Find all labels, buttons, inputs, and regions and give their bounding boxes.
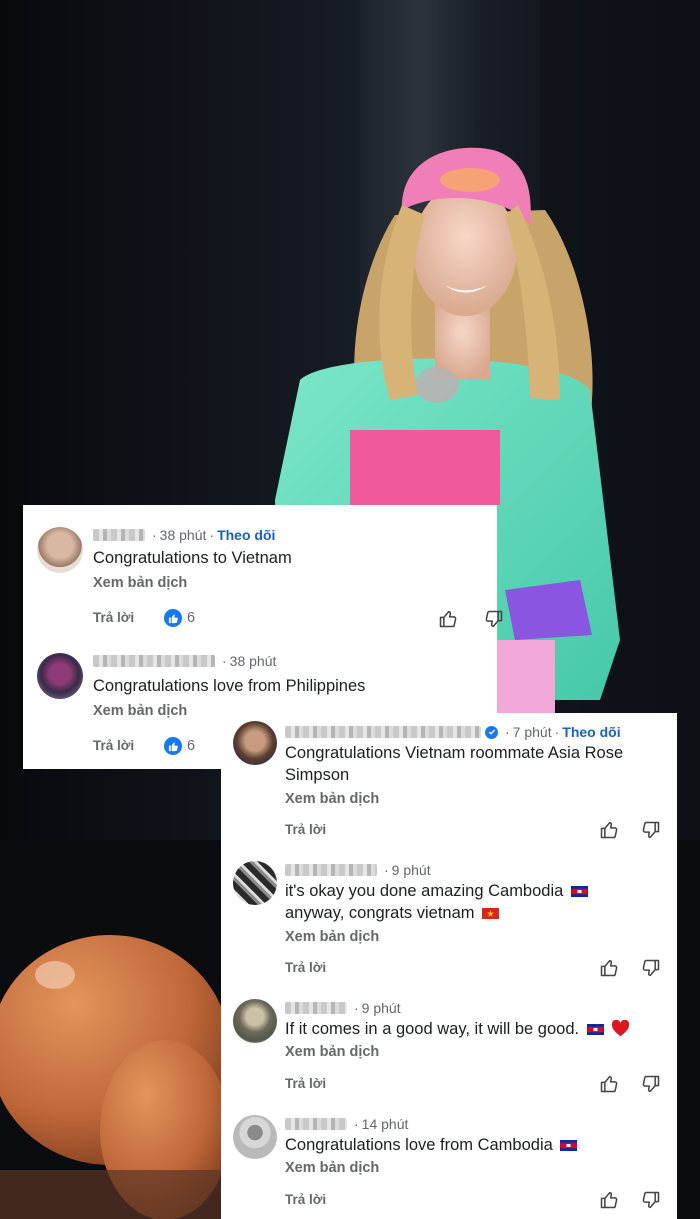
- comment-time: 9 phút: [361, 1000, 401, 1016]
- thumbs-down-icon[interactable]: [641, 958, 661, 978]
- see-translation-link[interactable]: Xem bản dịch: [285, 929, 379, 945]
- comment-meta: · 9 phút: [285, 862, 431, 878]
- avatar[interactable]: [233, 861, 277, 905]
- comment-meta: · 14 phút: [285, 1116, 408, 1132]
- comment-time: 38 phút: [229, 653, 277, 669]
- thumbs-up-icon: [164, 609, 182, 627]
- reply-button[interactable]: Trả lời: [285, 1192, 326, 1207]
- comment-meta: · 38 phút · Theo dõi: [93, 527, 275, 543]
- cambodia-flag-icon: [586, 1024, 604, 1035]
- comment-time: 38 phút: [159, 527, 207, 543]
- verified-badge-icon: [485, 725, 498, 739]
- comment-item: · 14 phút Congratulations love from Camb…: [221, 1107, 677, 1219]
- comment-text: Congratulations Vietnam roommate Asia Ro…: [285, 744, 624, 784]
- thumbs-up-icon[interactable]: [599, 1190, 619, 1210]
- see-translation-link[interactable]: Xem bản dịch: [285, 791, 379, 807]
- thumbs-down-icon[interactable]: [641, 820, 661, 840]
- red-heart-icon: [612, 1020, 630, 1037]
- comment-text: it's okay you done amazing Cambodia anyw…: [285, 880, 588, 924]
- thumbs-down-icon[interactable]: [641, 1190, 661, 1210]
- follow-button[interactable]: Theo dõi: [217, 527, 275, 543]
- comment-item: · 38 phút · Theo dõi Congratulations to …: [23, 505, 503, 637]
- username-redacted[interactable]: [93, 655, 215, 667]
- avatar[interactable]: [233, 1115, 277, 1159]
- like-count: 6: [164, 609, 195, 627]
- comment-item: · 9 phút If it comes in a good way, it w…: [221, 991, 677, 1107]
- see-translation-link[interactable]: Xem bản dịch: [93, 703, 187, 719]
- comment-text: Congratulations to Vietnam: [93, 549, 292, 567]
- reply-button[interactable]: Trả lời: [93, 738, 134, 753]
- comment-text: Congratulations love from Cambodia: [285, 1134, 578, 1156]
- thumbs-up-icon[interactable]: [438, 609, 458, 629]
- comment-panel-bottom: · 7 phút · Theo dõi Congratulations Viet…: [221, 713, 677, 1219]
- cambodia-flag-icon: [560, 1140, 578, 1151]
- comment-item: · 9 phút it's okay you done amazing Camb…: [221, 853, 677, 991]
- thumbs-up-icon[interactable]: [599, 820, 619, 840]
- thumbs-up-icon: [164, 737, 182, 755]
- comment-text: If it comes in a good way, it will be go…: [285, 1018, 630, 1040]
- reply-button[interactable]: Trả lời: [285, 960, 326, 975]
- thumbs-up-icon[interactable]: [599, 1074, 619, 1094]
- username-redacted[interactable]: [93, 529, 145, 541]
- username-redacted[interactable]: [285, 726, 481, 738]
- comment-item: · 7 phút · Theo dõi Congratulations Viet…: [221, 713, 677, 853]
- cambodia-flag-icon: [570, 886, 588, 897]
- thumbs-down-icon[interactable]: [641, 1074, 661, 1094]
- comment-time: 9 phút: [391, 862, 431, 878]
- username-redacted[interactable]: [285, 864, 377, 876]
- thumbs-up-icon[interactable]: [599, 958, 619, 978]
- comment-time: 7 phút: [512, 724, 552, 740]
- comment-meta: · 9 phút: [285, 1000, 401, 1016]
- username-redacted[interactable]: [285, 1002, 347, 1014]
- comment-text: Congratulations love from Philippines: [93, 677, 366, 695]
- follow-button[interactable]: Theo dõi: [562, 724, 620, 740]
- comment-meta: · 7 phút · Theo dõi: [285, 724, 621, 740]
- reply-button[interactable]: Trả lời: [93, 610, 134, 625]
- reply-button[interactable]: Trả lời: [285, 1076, 326, 1091]
- avatar[interactable]: [37, 527, 83, 573]
- username-redacted[interactable]: [285, 1118, 347, 1130]
- reply-button[interactable]: Trả lời: [285, 822, 326, 837]
- avatar[interactable]: [233, 721, 277, 765]
- see-translation-link[interactable]: Xem bản dịch: [285, 1044, 379, 1060]
- like-count: 6: [164, 737, 195, 755]
- comment-time: 14 phút: [361, 1116, 409, 1132]
- avatar[interactable]: [233, 999, 277, 1043]
- comment-meta: · 38 phút: [93, 653, 276, 669]
- see-translation-link[interactable]: Xem bản dịch: [93, 575, 187, 591]
- thumbs-down-icon[interactable]: [484, 609, 504, 629]
- vietnam-flag-icon: [482, 908, 500, 919]
- see-translation-link[interactable]: Xem bản dịch: [285, 1160, 379, 1176]
- avatar[interactable]: [37, 653, 83, 699]
